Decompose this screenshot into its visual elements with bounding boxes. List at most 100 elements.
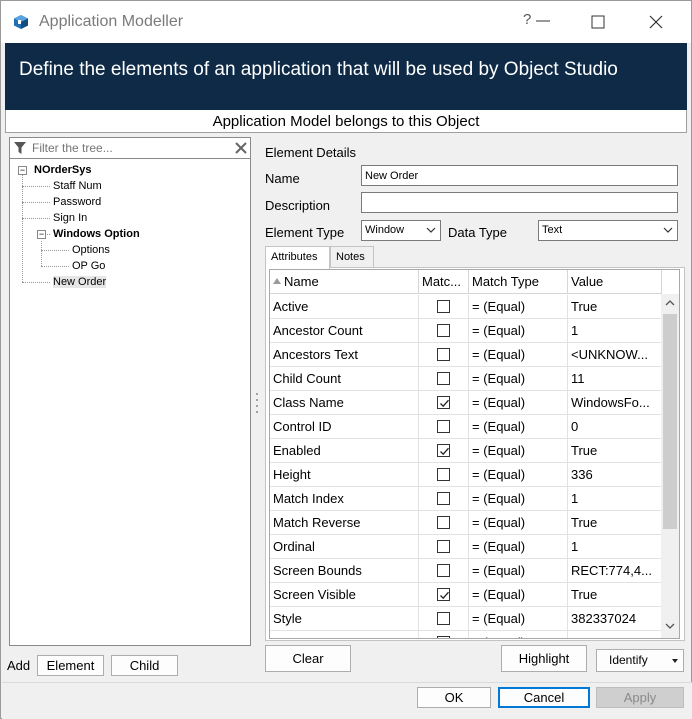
help-button[interactable]: ?	[523, 11, 531, 28]
element-type-select[interactable]: Window	[361, 220, 441, 241]
match-checkbox[interactable]	[437, 564, 450, 577]
collapse-icon[interactable]: −	[37, 230, 46, 239]
match-checkbox[interactable]	[437, 324, 450, 337]
match-checkbox[interactable]	[437, 492, 450, 505]
tab-attributes[interactable]: Attributes	[265, 246, 330, 269]
collapse-icon[interactable]: −	[18, 166, 27, 175]
match-checkbox[interactable]	[437, 372, 450, 385]
ok-button[interactable]: OK	[417, 687, 491, 708]
table-row[interactable]: Active = (Equal) True	[270, 295, 662, 319]
element-tree[interactable]: − − NOrderSys Staff Num Password Sign In…	[9, 159, 251, 646]
table-row[interactable]: Match Reverse = (Equal) True	[270, 511, 662, 535]
match-type-cell[interactable]: = (Equal)	[469, 535, 568, 559]
value-cell: 1	[568, 535, 662, 559]
match-type-cell[interactable]: = (Equal)	[469, 511, 568, 535]
tree-node-staff-num[interactable]: Staff Num	[53, 179, 102, 193]
scroll-down-icon[interactable]	[665, 622, 675, 630]
column-header-match-type[interactable]: Match Type	[469, 270, 568, 294]
match-checkbox[interactable]	[437, 348, 450, 361]
table-row[interactable]: Match Index = (Equal) 1	[270, 487, 662, 511]
add-element-button[interactable]: Element	[37, 655, 104, 676]
table-row[interactable]: Height = (Equal) 336	[270, 463, 662, 487]
match-checkbox[interactable]	[437, 468, 450, 481]
attributes-grid[interactable]: Name Matc... Match Type Value Active = (E…	[269, 269, 680, 639]
match-checkbox[interactable]	[437, 420, 450, 433]
tree-node-norder-sys[interactable]: NOrderSys	[34, 163, 91, 177]
column-header-value[interactable]: Value	[568, 270, 662, 294]
maximize-icon[interactable]	[589, 13, 607, 31]
clear-button[interactable]: Clear	[265, 645, 351, 672]
minimize-icon[interactable]	[532, 9, 554, 33]
match-checkbox[interactable]	[437, 540, 450, 553]
description-field[interactable]	[361, 192, 678, 213]
match-checkbox[interactable]	[437, 300, 450, 313]
table-row[interactable]: Style = (Equal) 382337024	[270, 607, 662, 631]
table-row[interactable]: Ancestor Count = (Equal) 1	[270, 319, 662, 343]
grid-scrollbar[interactable]	[661, 294, 679, 638]
value-cell: 1	[568, 319, 662, 343]
match-type-cell[interactable]: = (Equal)	[469, 439, 568, 463]
match-checkbox[interactable]	[437, 636, 450, 638]
match-type-cell[interactable]: = (Equal)	[469, 367, 568, 391]
tree-connector	[22, 282, 50, 283]
match-type-cell[interactable]: = (Equal)	[469, 559, 568, 583]
tree-node-op-go[interactable]: OP Go	[72, 259, 105, 273]
description-label: Description	[265, 198, 331, 213]
add-label: Add	[7, 658, 31, 673]
match-checkbox[interactable]	[437, 396, 450, 409]
table-row[interactable]: Class Name = (Equal) WindowsFo...	[270, 391, 662, 415]
tree-node-options[interactable]: Options	[72, 243, 110, 257]
tree-node-windows-option[interactable]: Windows Option	[53, 227, 140, 241]
tree-filter-input[interactable]	[30, 140, 230, 156]
match-type-cell[interactable]: = (Equal)	[469, 391, 568, 415]
table-row[interactable]: Screen Bounds = (Equal) RECT:774,4...	[270, 559, 662, 583]
match-type-cell[interactable]: = (Equal)	[469, 343, 568, 367]
name-field[interactable]	[361, 165, 678, 186]
column-header-match[interactable]: Matc...	[419, 270, 469, 294]
match-type-cell[interactable]: = (Equal)	[469, 607, 568, 631]
identify-split-button[interactable]: Identify	[596, 649, 684, 672]
table-row[interactable]: Ancestors Text = (Equal) <UNKNOW...	[270, 343, 662, 367]
value-cell: WindowsFo...	[568, 391, 662, 415]
match-type-cell[interactable]: = (Equal)	[469, 319, 568, 343]
match-cell	[419, 391, 469, 415]
attribute-name-cell: Ordinal	[270, 535, 419, 559]
clear-filter-icon[interactable]	[234, 141, 248, 155]
tree-node-sign-in[interactable]: Sign In	[53, 211, 87, 225]
attribute-name-cell: Match Reverse	[270, 511, 419, 535]
tab-notes[interactable]: Notes	[330, 246, 374, 268]
table-row[interactable]: Child Count = (Equal) 11	[270, 367, 662, 391]
match-checkbox[interactable]	[437, 444, 450, 457]
match-type-cell[interactable]: = (Equal)	[469, 295, 568, 319]
splitter-grip-icon[interactable]	[255, 391, 259, 415]
data-type-select[interactable]: Text	[538, 220, 678, 241]
tree-node-password[interactable]: Password	[53, 195, 101, 209]
match-cell	[419, 439, 469, 463]
close-icon[interactable]	[647, 13, 665, 31]
scroll-thumb[interactable]	[663, 314, 677, 529]
value-cell: <UNKNOW...	[568, 343, 662, 367]
checkmark-icon	[440, 591, 449, 600]
table-row[interactable]: Control ID = (Equal) 0	[270, 415, 662, 439]
match-checkbox[interactable]	[437, 516, 450, 529]
match-checkbox[interactable]	[437, 588, 450, 601]
table-row[interactable]: Screen Visible = (Equal) True	[270, 583, 662, 607]
caret-down-icon[interactable]	[672, 659, 678, 663]
cancel-button[interactable]: Cancel	[498, 687, 590, 708]
column-header-name[interactable]: Name	[270, 270, 419, 294]
match-type-cell[interactable]: = (Equal)	[469, 631, 568, 638]
match-type-cell[interactable]: = (Equal)	[469, 415, 568, 439]
match-type-cell[interactable]: = (Equal)	[469, 583, 568, 607]
add-child-button[interactable]: Child	[111, 655, 178, 676]
match-checkbox[interactable]	[437, 612, 450, 625]
table-row[interactable]: Enabled = (Equal) True	[270, 439, 662, 463]
table-row[interactable]: Type Name = (Equal)	[270, 631, 662, 638]
tree-filter[interactable]	[9, 137, 251, 159]
table-row[interactable]: Ordinal = (Equal) 1	[270, 535, 662, 559]
tree-node-new-order[interactable]: New Order	[53, 275, 107, 289]
highlight-button[interactable]: Highlight	[501, 645, 587, 672]
match-type-cell[interactable]: = (Equal)	[469, 487, 568, 511]
match-type-cell[interactable]: = (Equal)	[469, 463, 568, 487]
scroll-up-icon[interactable]	[665, 299, 675, 307]
match-cell	[419, 559, 469, 583]
